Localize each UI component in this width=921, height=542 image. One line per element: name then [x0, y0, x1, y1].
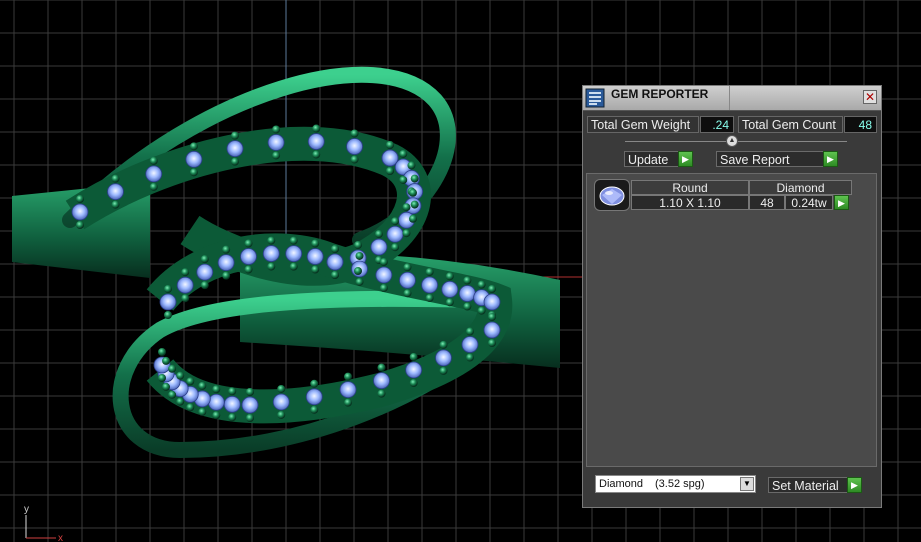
material-select[interactable]: Diamond (3.52 spg) ▼	[595, 475, 756, 493]
round-gem-icon	[594, 179, 630, 211]
total-gem-weight-value: .24	[700, 116, 734, 133]
update-button[interactable]: Update	[624, 151, 679, 167]
material-select-name: Diamond	[599, 478, 644, 490]
gem-size-cell: 1.10 X 1.10	[631, 195, 749, 210]
chevron-down-icon[interactable]: ▼	[740, 477, 754, 491]
gem-row-play-arrow-icon[interactable]: ▶	[834, 195, 849, 210]
total-gem-count-value: 48	[844, 116, 877, 133]
set-material-play-arrow-icon[interactable]: ▶	[847, 477, 862, 493]
gizmo-x-label: x	[58, 533, 63, 542]
material-select-spg: (3.52 spg)	[655, 478, 705, 490]
gem-list[interactable]: Round Diamond 1.10 X 1.10 48 0.24tw ▶	[586, 173, 877, 467]
total-gem-weight-label: Total Gem Weight	[587, 116, 699, 133]
gizmo-y-label: y	[24, 504, 29, 515]
set-material-button[interactable]: Set Material	[768, 477, 848, 493]
save-report-play-arrow-icon[interactable]: ▶	[823, 151, 838, 167]
gem-weight-cell: 0.24tw	[785, 195, 833, 210]
update-play-arrow-icon[interactable]: ▶	[678, 151, 693, 167]
total-gem-count-label: Total Gem Count	[738, 116, 843, 133]
gem-material-cell: Diamond	[749, 180, 852, 195]
ring-model[interactable]	[12, 66, 560, 459]
slider-knob-icon[interactable]: ▲	[726, 135, 738, 147]
save-report-button[interactable]: Save Report	[716, 151, 824, 167]
panel-title: GEM REPORTER	[611, 87, 709, 101]
gem-shape-cell: Round	[631, 180, 749, 195]
panel-titlebar[interactable]: GEM REPORTER ✕	[583, 86, 881, 111]
titlebar-divider	[729, 86, 730, 110]
gem-count-cell: 48	[749, 195, 785, 210]
gem-reporter-panel: GEM REPORTER ✕ Total Gem Weight .24 Tota…	[582, 85, 882, 508]
close-icon[interactable]: ✕	[863, 90, 877, 104]
gem-reporter-app-icon	[585, 88, 605, 108]
